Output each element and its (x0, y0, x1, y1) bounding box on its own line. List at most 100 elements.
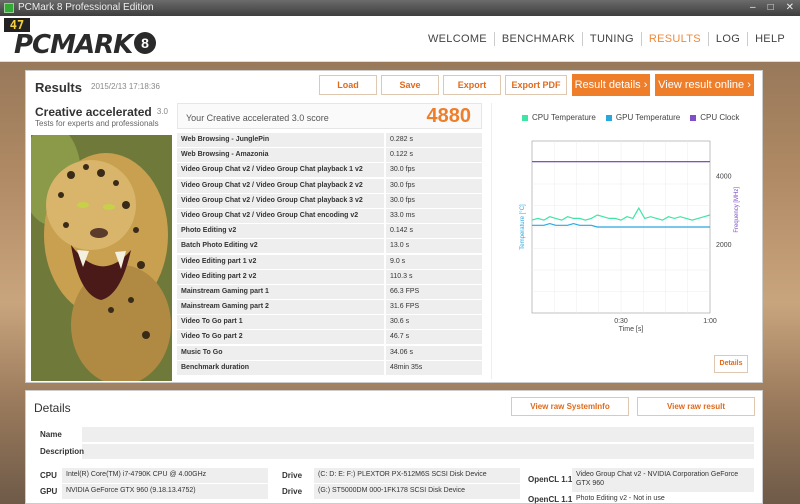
main-nav: WELCOME BENCHMARK TUNING RESULTS LOG HEL… (421, 32, 792, 46)
table-row: Web Browsing - Amazonia 0.122 s (177, 148, 482, 164)
sensor-chart: 4000 2000 0:30 1:00 Time [s] Temperature [°C]… (520, 140, 740, 333)
row-value: 46.7 s (386, 330, 482, 345)
app-header: 47 PCMARK 8 WELCOME BENCHMARK TUNING RES… (0, 16, 800, 62)
name-field (82, 427, 754, 442)
opencl-field: Video Group Chat v2 - NVIDIA Corporation… (572, 468, 754, 492)
name-label: Name (40, 430, 62, 439)
table-row: Video Group Chat v2 / Video Group Chat e… (177, 208, 482, 225)
y2-tick-label: 2000 (716, 242, 732, 249)
cpu-field: Intel(R) Core(TM) i7-4790K CPU @ 4.00GHz (62, 468, 268, 483)
description-field (82, 444, 754, 459)
x-tick-label: 0:30 (614, 318, 628, 325)
table-row: Video To Go part 2 46.7 s (177, 330, 482, 346)
row-name: Video Group Chat v2 / Video Group Chat e… (177, 208, 384, 223)
row-value: 33.0 ms (386, 208, 482, 223)
chevron-right-icon: › (643, 79, 648, 91)
row-name: Video To Go part 2 (177, 330, 384, 345)
gpu-value: NVIDIA GeForce GTX 960 (9.18.13.4752) (66, 487, 196, 494)
row-value: 30.0 fps (386, 178, 482, 193)
row-name: Batch Photo Editing v2 (177, 239, 384, 254)
chart-legend: CPU Temperature GPU Temperature CPU Cloc… (522, 113, 739, 122)
table-row: Video Group Chat v2 / Video Group Chat p… (177, 178, 482, 194)
score-label: Your Creative accelerated 3.0 score (186, 113, 329, 123)
leopard-image (31, 135, 172, 381)
window-controls: – □ ✕ (750, 0, 794, 16)
drive-label-2: Drive (282, 487, 303, 496)
nav-log[interactable]: LOG (707, 32, 747, 46)
row-value: 30.0 fps (386, 193, 482, 208)
row-name: Music To Go (177, 345, 384, 360)
opencl-value-2: Photo Editing v2 - Not in use (576, 495, 665, 502)
drive-field-2: (G:) ST5000DM 000-1FK178 SCSI Disk Devic… (314, 484, 520, 499)
chart-details-button[interactable]: Details (714, 355, 748, 373)
cpu-label: CPU (40, 471, 57, 480)
x-axis-label: Time [s] (619, 326, 644, 333)
row-name: Video Group Chat v2 / Video Group Chat p… (177, 193, 384, 208)
details-title: Details (34, 401, 71, 415)
table-row: Music To Go 34.06 s (177, 345, 482, 361)
row-name: Video Group Chat v2 / Video Group Chat p… (177, 178, 384, 193)
table-row: Benchmark duration 48min 35s (177, 360, 482, 376)
row-name: Video Editing part 1 v2 (177, 254, 384, 269)
row-value: 13.0 s (386, 239, 482, 254)
drive-field-1: (C: D: E: F:) PLEXTOR PX-512M6S SCSI Dis… (314, 468, 520, 483)
close-icon[interactable]: ✕ (786, 0, 794, 16)
drive-label: Drive (282, 471, 303, 480)
export-button[interactable]: Export (443, 75, 501, 95)
opencl-label: OpenCL 1.1 (528, 475, 573, 484)
score-value: 4880 (426, 105, 472, 127)
table-row: Video Group Chat v2 / Video Group Chat p… (177, 193, 482, 209)
table-row: Mainstream Gaming part 2 31.6 FPS (177, 300, 482, 316)
card-subtitle: Tests for experts and professionals (35, 119, 159, 128)
nav-benchmark[interactable]: BENCHMARK (493, 32, 582, 46)
view-raw-result-button[interactable]: View raw result (637, 397, 755, 416)
opencl-label-2: OpenCL 1.1 (528, 495, 573, 504)
table-row: Web Browsing - JunglePin 0.282 s (177, 133, 482, 149)
maximize-icon[interactable]: □ (768, 0, 774, 16)
export-pdf-button[interactable]: Export PDF (505, 75, 567, 95)
opencl-value: Video Group Chat v2 - NVIDIA Corporation… (576, 471, 739, 487)
logo-text: PCMARK (14, 30, 133, 60)
row-name: Photo Editing v2 (177, 224, 384, 239)
score-table: Web Browsing - JunglePin 0.282 s Web Brows… (177, 133, 482, 376)
details-panel: Details View raw SystemInfo View raw res… (25, 390, 763, 504)
view-result-online-button[interactable]: View result online › (655, 74, 754, 96)
view-raw-systeminfo-button[interactable]: View raw SystemInfo (511, 397, 629, 416)
legend-gpu-temperature: GPU Temperature (605, 113, 680, 122)
results-title: Results (35, 80, 82, 95)
row-name: Mainstream Gaming part 2 (177, 300, 384, 315)
minimize-icon[interactable]: – (750, 0, 756, 16)
table-row: Video Editing part 1 v2 9.0 s (177, 254, 482, 270)
row-value: 66.3 FPS (386, 284, 482, 299)
row-value: 31.6 FPS (386, 300, 482, 315)
card-title: Creative accelerated (35, 105, 152, 119)
view-result-online-label: View result online (658, 79, 745, 91)
nav-results[interactable]: RESULTS (640, 32, 708, 46)
row-name: Video To Go part 1 (177, 315, 384, 330)
row-value: 9.0 s (386, 254, 482, 269)
nav-tuning[interactable]: TUNING (581, 32, 641, 46)
load-button[interactable]: Load (319, 75, 377, 95)
save-button[interactable]: Save (381, 75, 439, 95)
row-value: 110.3 s (386, 269, 482, 284)
table-row: Video Group Chat v2 / Video Group Chat p… (177, 163, 482, 179)
results-panel: Results 2015/2/13 17:18:36 Load Save Exp… (25, 70, 763, 383)
results-date: 2015/2/13 17:18:36 (91, 82, 160, 91)
x-tick-label: 1:00 (703, 318, 717, 325)
table-row: Video To Go part 1 30.6 s (177, 315, 482, 331)
table-row: Photo Editing v2 0.142 s (177, 224, 482, 240)
row-value: 0.282 s (386, 133, 482, 147)
y2-tick-label: 4000 (716, 173, 732, 180)
window-title: PCMark 8 Professional Edition (18, 2, 154, 13)
chart-panel: CPU Temperature GPU Temperature CPU Cloc… (491, 103, 756, 379)
nav-welcome[interactable]: WELCOME (421, 32, 494, 46)
result-details-button[interactable]: Result details › (572, 74, 650, 96)
y2-axis-label: Frequency [MHz] (734, 187, 740, 233)
row-value: 48min 35s (386, 360, 482, 375)
legend-swatch (605, 114, 612, 121)
nav-help[interactable]: HELP (747, 32, 792, 46)
chevron-right-icon: › (747, 79, 751, 91)
results-header: Results 2015/2/13 17:18:36 Load Save Exp… (26, 71, 762, 101)
window-titlebar: PCMark 8 Professional Edition – □ ✕ (0, 0, 800, 16)
legend-label: CPU Temperature (532, 113, 596, 122)
